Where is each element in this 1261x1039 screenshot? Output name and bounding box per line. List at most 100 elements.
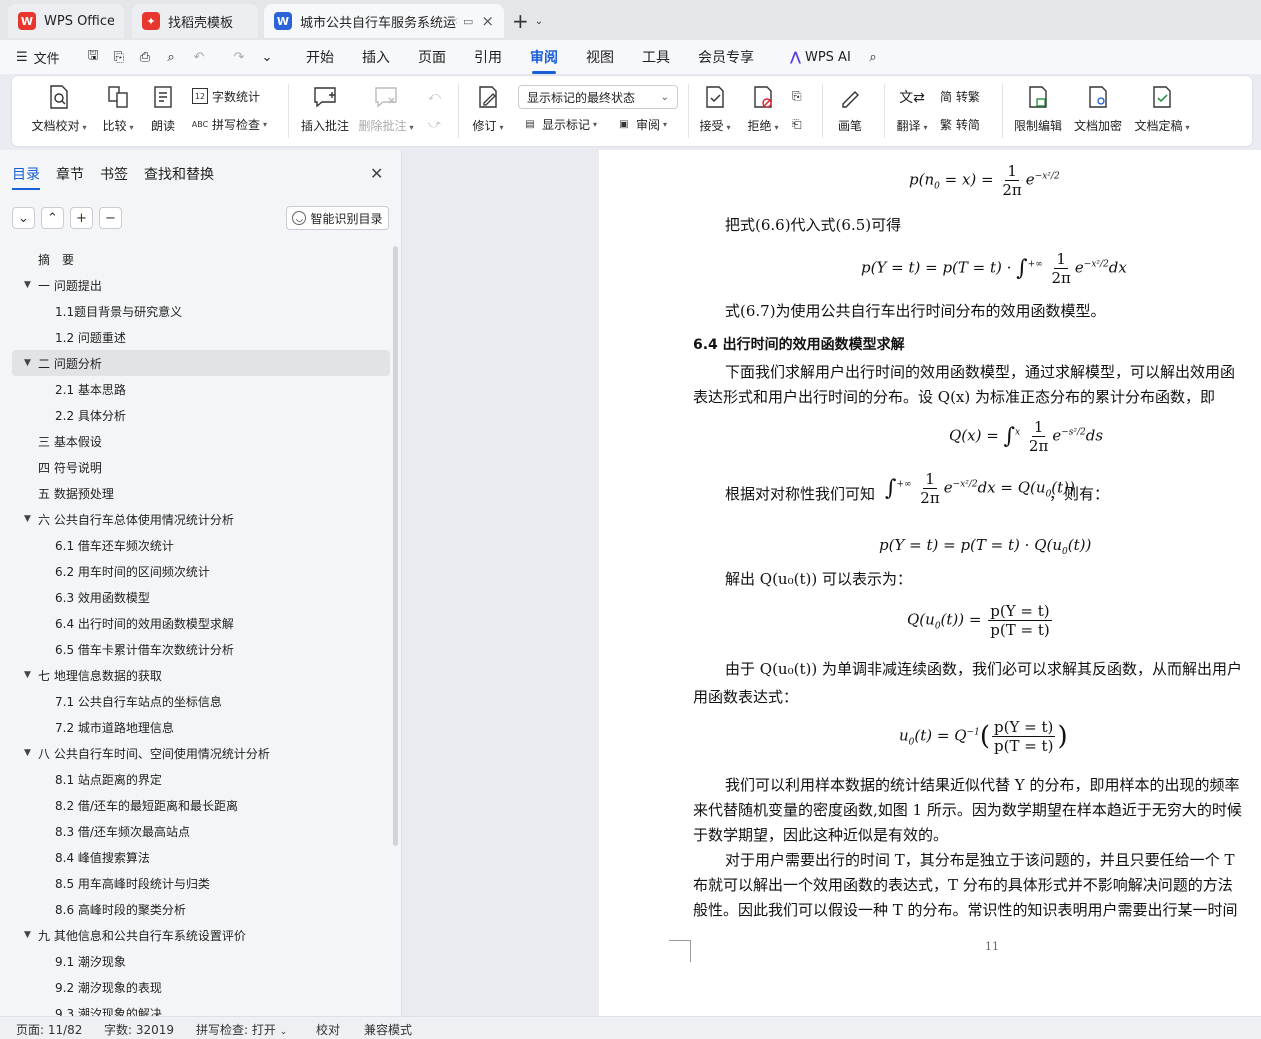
toc-item[interactable]: ▼ 九 其他信息和公共自行车系统设置评价 bbox=[12, 922, 390, 948]
reject-button[interactable]: 拒绝 ▾ bbox=[744, 80, 782, 142]
tab-document[interactable]: W 城市公共自行车服务系统运行 ▭ × bbox=[264, 4, 504, 38]
expand-triangle-icon[interactable]: ▼ bbox=[24, 670, 31, 680]
close-tab-icon[interactable]: × bbox=[481, 12, 494, 30]
toc-item[interactable]: ▼ 八 公共自行车时间、空间使用情况统计分析 bbox=[12, 740, 390, 766]
add-heading-icon[interactable]: + bbox=[70, 207, 93, 229]
tab-view[interactable]: 视图 bbox=[586, 46, 614, 68]
tab-tools[interactable]: 工具 bbox=[642, 46, 670, 68]
prev-comment-icon[interactable]: ⤺ bbox=[428, 85, 441, 107]
tab-reference[interactable]: 引用 bbox=[474, 46, 502, 68]
show-markup-button[interactable]: ▤ 显示标记 ▾ bbox=[522, 113, 597, 135]
accept-button[interactable]: 接受 ▾ bbox=[696, 80, 734, 142]
translate-button[interactable]: 文⇄ 翻译 ▾ bbox=[892, 80, 932, 142]
next-comment-icon[interactable]: ⤻ bbox=[428, 113, 441, 135]
file-menu[interactable]: ☰ 文件 bbox=[16, 46, 60, 68]
smart-toc-button[interactable]: ◡ 智能识别目录 bbox=[286, 206, 389, 230]
spell-check-indicator[interactable]: 拼写检查: 打开 ⌄ bbox=[196, 1021, 287, 1038]
revise-button[interactable]: 修订 ▾ bbox=[468, 80, 508, 142]
undo-icon[interactable]: ↶ bbox=[190, 46, 208, 68]
restrict-edit-button[interactable]: 限制编辑 bbox=[1012, 80, 1064, 142]
toc-item[interactable]: 6.4 出行时间的效用函数模型求解 bbox=[12, 610, 390, 636]
toc-scrollbar[interactable] bbox=[393, 246, 398, 846]
encrypt-button[interactable]: 文档加密 bbox=[1072, 80, 1124, 142]
toc-item[interactable]: 7.1 公共自行车站点的坐标信息 bbox=[12, 688, 390, 714]
toc-item[interactable]: 8.2 借/还车的最短距离和最长距离 bbox=[12, 792, 390, 818]
ribbon-divider bbox=[288, 84, 289, 138]
tab-review[interactable]: 审阅 bbox=[530, 46, 558, 74]
page-indicator[interactable]: 页面: 11/82 bbox=[16, 1021, 82, 1038]
nav-tab-find-replace[interactable]: 查找和替换 bbox=[144, 164, 214, 184]
toc-item[interactable]: ▼ 一 问题提出 bbox=[12, 272, 390, 298]
proofread-indicator[interactable]: 校对 bbox=[316, 1021, 340, 1038]
toc-item[interactable]: 2.1 基本思路 bbox=[12, 376, 390, 402]
share-icon[interactable]: ⎘ bbox=[110, 46, 128, 68]
collapse-up-icon[interactable]: ⌃ bbox=[41, 207, 64, 229]
toc-item[interactable]: 2.2 具体分析 bbox=[12, 402, 390, 428]
toc-item[interactable]: 8.4 峰值搜索算法 bbox=[12, 844, 390, 870]
tab-insert[interactable]: 插入 bbox=[362, 46, 390, 68]
finalize-button[interactable]: 文档定稿 ▾ bbox=[1132, 80, 1192, 142]
print-preview-icon[interactable]: ⌕ bbox=[162, 46, 180, 68]
toc-item[interactable]: 9.2 潮汐现象的表现 bbox=[12, 974, 390, 1000]
markup-state-select[interactable]: 显示标记的最终状态 ⌄ bbox=[518, 85, 678, 109]
to-simplified-button[interactable]: 繁 转简 bbox=[940, 113, 980, 135]
search-icon[interactable]: ⌕ bbox=[864, 46, 882, 68]
delete-comment-button[interactable]: 删除批注 ▾ bbox=[358, 80, 414, 142]
monitor-icon[interactable]: ▭ bbox=[463, 15, 473, 28]
tab-member[interactable]: 会员专享 bbox=[698, 46, 754, 68]
expand-triangle-icon[interactable]: ▼ bbox=[24, 280, 31, 290]
toc-item[interactable]: 8.5 用车高峰时段统计与归类 bbox=[12, 870, 390, 896]
toc-item[interactable]: 6.1 借车还车频次统计 bbox=[12, 532, 390, 558]
toc-item[interactable]: 6.2 用车时间的区间频次统计 bbox=[12, 558, 390, 584]
chevron-down-icon[interactable]: ⌄ bbox=[535, 16, 543, 27]
toc-item[interactable]: ▼ 六 公共自行车总体使用情况统计分析 bbox=[12, 506, 390, 532]
toc-item[interactable]: 6.5 借车卡累计借车次数统计分析 bbox=[12, 636, 390, 662]
expand-triangle-icon[interactable]: ▼ bbox=[24, 930, 31, 940]
toc-item[interactable]: 9.1 潮汐现象 bbox=[12, 948, 390, 974]
to-traditional-button[interactable]: 简 转繁 bbox=[940, 85, 980, 107]
toc-item[interactable]: 五 数据预处理 bbox=[12, 480, 390, 506]
tab-page[interactable]: 页面 bbox=[418, 46, 446, 68]
remove-heading-icon[interactable]: − bbox=[99, 207, 122, 229]
read-aloud-button[interactable]: 朗读 bbox=[146, 80, 180, 142]
next-change-icon[interactable]: ⎗ bbox=[792, 113, 802, 135]
toc-item[interactable]: ▼ 二 问题分析 bbox=[12, 350, 390, 376]
toc-item[interactable]: 7.2 城市道路地理信息 bbox=[12, 714, 390, 740]
save-icon[interactable]: 🖫 bbox=[84, 46, 102, 68]
toc-item[interactable]: 1.2 问题重述 bbox=[12, 324, 390, 350]
toc-item[interactable]: 三 基本假设 bbox=[12, 428, 390, 454]
toc-item[interactable]: ▼ 七 地理信息数据的获取 bbox=[12, 662, 390, 688]
review-pane-button[interactable]: ▣ 审阅 ▾ bbox=[616, 113, 667, 135]
doc-check-button[interactable]: 文档校对 ▾ bbox=[28, 80, 90, 142]
wps-ai-button[interactable]: ⋀ WPS AI bbox=[790, 46, 851, 68]
expand-triangle-icon[interactable]: ▼ bbox=[24, 748, 31, 758]
spell-check-button[interactable]: ABC 拼写检查 ▾ bbox=[192, 113, 267, 135]
toc-item[interactable]: 8.6 高峰时段的聚类分析 bbox=[12, 896, 390, 922]
toc-item[interactable]: 6.3 效用函数模型 bbox=[12, 584, 390, 610]
toc-item[interactable]: 8.1 站点距离的界定 bbox=[12, 766, 390, 792]
toc-item[interactable]: 四 符号说明 bbox=[12, 454, 390, 480]
print-icon[interactable]: ⎙ bbox=[136, 46, 154, 68]
expand-triangle-icon[interactable]: ▼ bbox=[24, 358, 31, 368]
redo-icon[interactable]: ↷ bbox=[230, 46, 248, 68]
nav-tab-bookmarks[interactable]: 书签 bbox=[100, 164, 128, 184]
toc-item[interactable]: 摘 要 bbox=[12, 246, 390, 272]
pen-button[interactable]: 画笔 bbox=[832, 80, 868, 142]
nav-tab-chapters[interactable]: 章节 bbox=[56, 164, 84, 184]
expand-triangle-icon[interactable]: ▼ bbox=[24, 514, 31, 524]
word-count-button[interactable]: 12 字数统计 bbox=[192, 85, 260, 107]
word-count-indicator[interactable]: 字数: 32019 bbox=[104, 1021, 174, 1038]
insert-comment-button[interactable]: 插入批注 bbox=[298, 80, 352, 142]
toc-item[interactable]: 8.3 借/还车频次最高站点 bbox=[12, 818, 390, 844]
tab-start[interactable]: 开始 bbox=[306, 46, 334, 68]
close-icon[interactable]: ✕ bbox=[370, 164, 383, 183]
tab-wps-office[interactable]: W WPS Office bbox=[8, 4, 124, 38]
nav-tab-toc[interactable]: 目录 bbox=[12, 164, 40, 190]
expand-down-icon[interactable]: ⌄ bbox=[12, 207, 35, 229]
toc-item[interactable]: 1.1题目背景与研究意义 bbox=[12, 298, 390, 324]
new-tab-button[interactable]: + ⌄ bbox=[512, 8, 543, 34]
tab-docer[interactable]: ✦ 找稻壳模板 bbox=[132, 4, 258, 38]
more-chevron-icon[interactable]: ⌄ bbox=[258, 46, 276, 68]
prev-change-icon[interactable]: ⎘ bbox=[792, 85, 802, 107]
compare-button[interactable]: 比较 ▾ bbox=[96, 80, 140, 142]
